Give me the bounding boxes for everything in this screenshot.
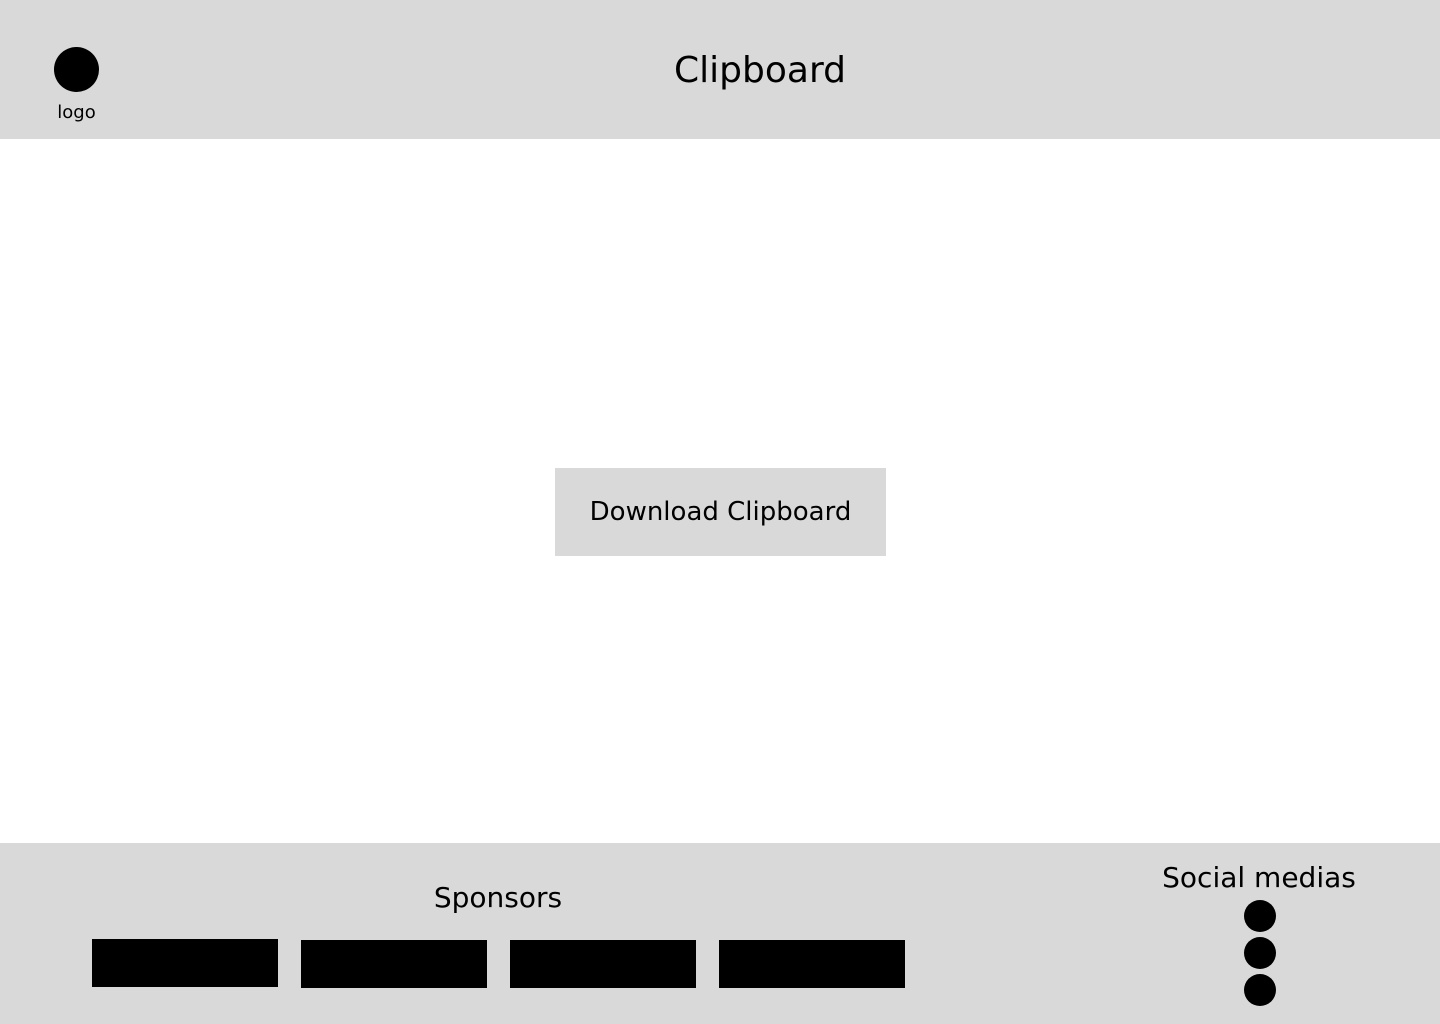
download-button-label: Download Clipboard: [589, 497, 852, 527]
logo-label: logo: [57, 102, 96, 123]
sponsor-logo-4[interactable]: [719, 940, 905, 988]
logo-icon[interactable]: [54, 47, 99, 92]
social-icon-3[interactable]: [1244, 974, 1276, 1006]
page-title: Clipboard: [674, 50, 846, 91]
site-footer: Sponsors Social medias: [0, 843, 1440, 1024]
sponsors-title: Sponsors: [433, 881, 563, 914]
sponsor-logo-1[interactable]: [92, 939, 278, 987]
site-header: logo Clipboard: [0, 0, 1440, 139]
sponsor-logo-2[interactable]: [301, 940, 487, 988]
download-button[interactable]: Download Clipboard: [555, 468, 886, 556]
social-icon-1[interactable]: [1244, 900, 1276, 932]
social-medias-title: Social medias: [1162, 861, 1356, 894]
sponsor-logo-3[interactable]: [510, 940, 696, 988]
social-icon-2[interactable]: [1244, 937, 1276, 969]
